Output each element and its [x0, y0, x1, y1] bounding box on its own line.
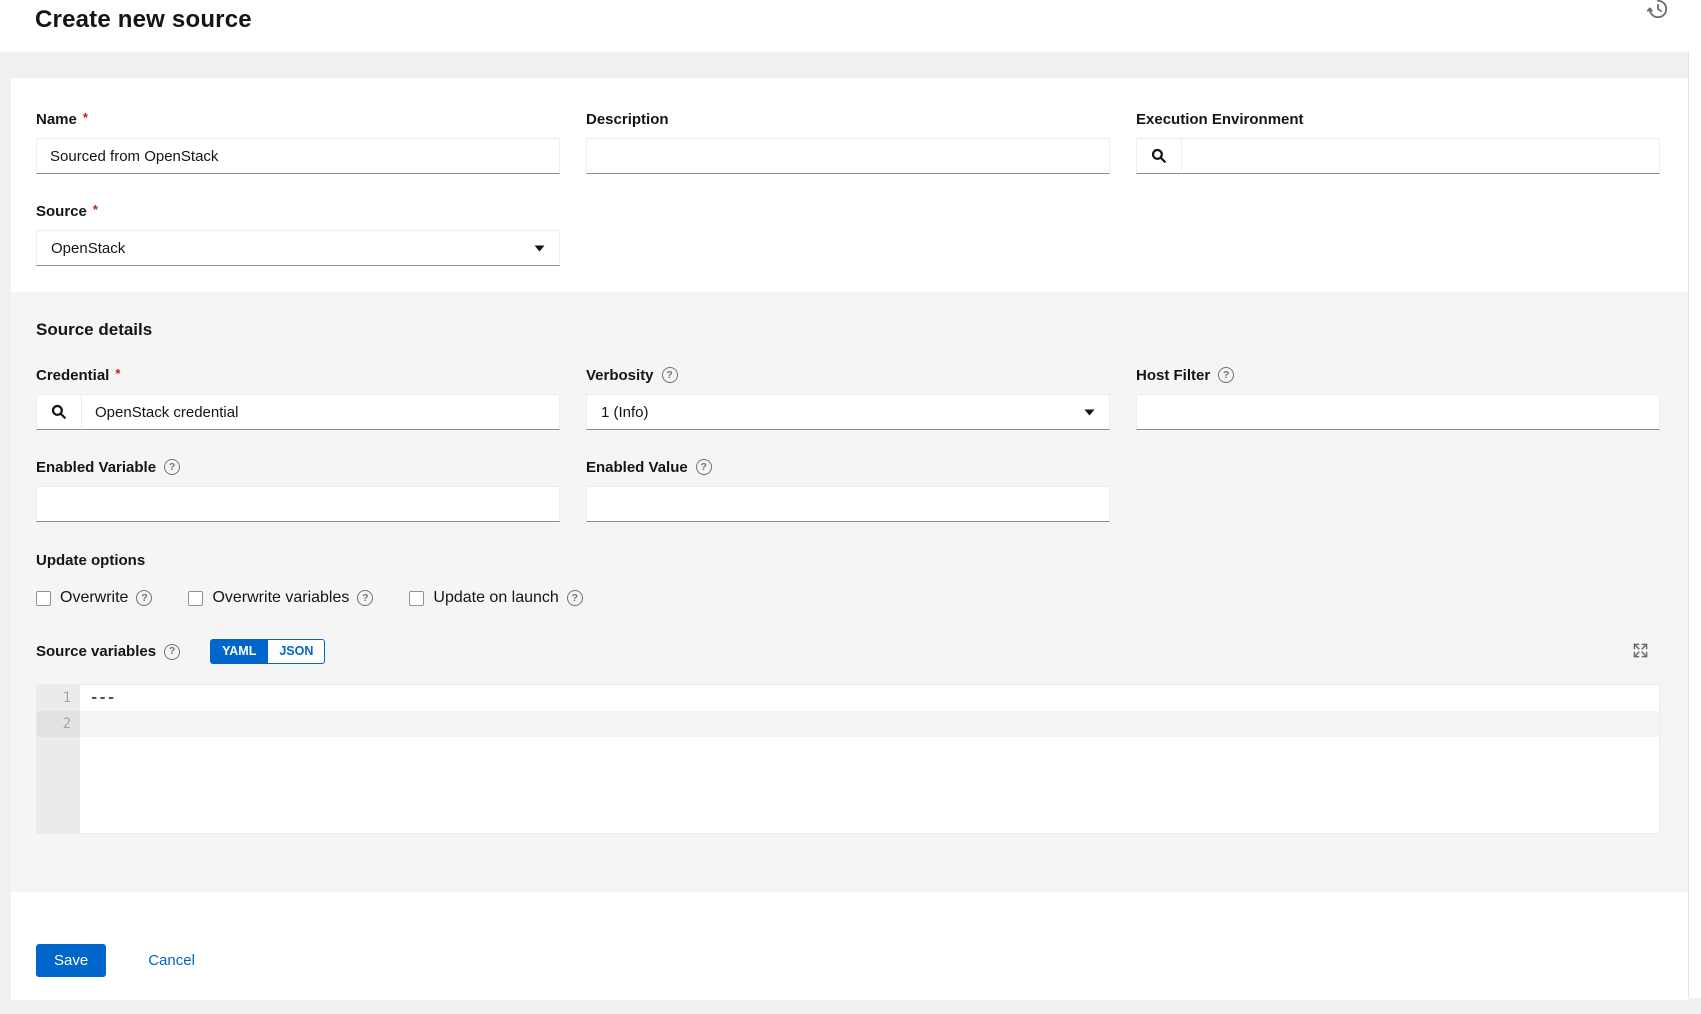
execution-environment-search-button[interactable] [1136, 138, 1181, 174]
source-select-value: OpenStack [51, 240, 125, 257]
required-asterisk: * [93, 202, 98, 217]
search-icon [1151, 148, 1167, 164]
execution-environment-input[interactable] [1181, 138, 1660, 174]
help-icon[interactable]: ? [136, 590, 152, 606]
source-select[interactable]: OpenStack [36, 230, 560, 266]
execution-environment-label: Execution Environment [1136, 111, 1304, 128]
required-asterisk: * [115, 366, 120, 381]
source-details-section: Source details Credential * [11, 292, 1688, 892]
create-source-form-card: Name * Description Execution Environment [11, 78, 1688, 1000]
help-icon[interactable]: ? [164, 459, 180, 475]
json-toggle-button[interactable]: JSON [268, 639, 325, 664]
chevron-down-icon [1084, 409, 1095, 416]
host-filter-input[interactable] [1136, 394, 1660, 430]
source-details-heading: Source details [36, 320, 1660, 340]
verbosity-select[interactable]: 1 (Info) [586, 394, 1110, 430]
page-title: Create new source [35, 6, 1671, 34]
verbosity-select-value: 1 (Info) [601, 404, 649, 421]
source-variables-label: Source variables [36, 643, 156, 660]
help-icon[interactable]: ? [357, 590, 373, 606]
enabled-variable-label: Enabled Variable [36, 459, 156, 476]
name-label: Name [36, 111, 77, 128]
credential-search-button[interactable] [36, 394, 81, 430]
overwrite-checkbox-label: Overwrite [60, 589, 128, 607]
page-header: Create new source [0, 0, 1701, 52]
overwrite-variables-checkbox-label: Overwrite variables [212, 589, 349, 607]
overwrite-checkbox[interactable] [36, 591, 51, 606]
description-field-group: Description [586, 110, 1110, 174]
help-icon[interactable]: ? [696, 459, 712, 475]
update-options-group: Update options Overwrite ? Overwrite var… [36, 552, 1660, 607]
history-icon[interactable] [1643, 0, 1673, 24]
credential-label: Credential [36, 367, 109, 384]
update-options-label: Update options [36, 552, 1660, 569]
search-icon [51, 404, 67, 420]
save-button[interactable]: Save [36, 944, 106, 977]
code-line [80, 711, 1659, 737]
overwrite-variables-checkbox[interactable] [188, 591, 203, 606]
source-label: Source [36, 203, 87, 220]
credential-input[interactable] [81, 394, 560, 430]
verbosity-label: Verbosity [586, 367, 654, 384]
expand-icon[interactable] [1629, 639, 1652, 662]
update-on-launch-checkbox-label: Update on launch [433, 589, 558, 607]
code-line: --- [80, 685, 1659, 711]
editor-line-number-gutter: 1 2 [37, 685, 80, 833]
line-number: 1 [37, 685, 80, 711]
verbosity-field-group: Verbosity ? 1 (Info) [586, 366, 1110, 430]
yaml-toggle-button[interactable]: YAML [210, 639, 268, 664]
yaml-editor[interactable]: 1 2 --- [36, 684, 1660, 834]
host-filter-field-group: Host Filter ? [1136, 366, 1660, 430]
chevron-down-icon [534, 245, 545, 252]
enabled-value-label: Enabled Value [586, 459, 688, 476]
help-icon[interactable]: ? [662, 367, 678, 383]
enabled-value-field-group: Enabled Value ? [586, 458, 1110, 522]
execution-environment-field-group: Execution Environment [1136, 110, 1660, 174]
enabled-variable-input[interactable] [36, 486, 560, 522]
scrollbar[interactable] [1688, 52, 1701, 998]
required-asterisk: * [83, 110, 88, 125]
description-input[interactable] [586, 138, 1110, 174]
description-label: Description [586, 111, 669, 128]
overwrite-checkbox-item: Overwrite ? [36, 589, 152, 607]
source-field-group: Source * OpenStack [36, 202, 560, 266]
page-background: Name * Description Execution Environment [0, 52, 1701, 1014]
cancel-button[interactable]: Cancel [142, 944, 201, 977]
overwrite-variables-checkbox-item: Overwrite variables ? [188, 589, 373, 607]
form-actions: Save Cancel [11, 892, 1688, 1000]
editor-content[interactable]: --- [80, 685, 1659, 833]
name-input[interactable] [36, 138, 560, 174]
help-icon[interactable]: ? [567, 590, 583, 606]
update-on-launch-checkbox-item: Update on launch ? [409, 589, 582, 607]
help-icon[interactable]: ? [1218, 367, 1234, 383]
credential-field-group: Credential * [36, 366, 560, 430]
format-toggle-group: YAML JSON [210, 639, 325, 664]
name-field-group: Name * [36, 110, 560, 174]
help-icon[interactable]: ? [164, 644, 180, 660]
host-filter-label: Host Filter [1136, 367, 1210, 384]
enabled-variable-field-group: Enabled Variable ? [36, 458, 560, 522]
form-top-section: Name * Description Execution Environment [11, 78, 1688, 292]
source-variables-group: Source variables ? YAML JSON [36, 639, 1660, 834]
line-number: 2 [37, 711, 80, 737]
update-on-launch-checkbox[interactable] [409, 591, 424, 606]
enabled-value-input[interactable] [586, 486, 1110, 522]
